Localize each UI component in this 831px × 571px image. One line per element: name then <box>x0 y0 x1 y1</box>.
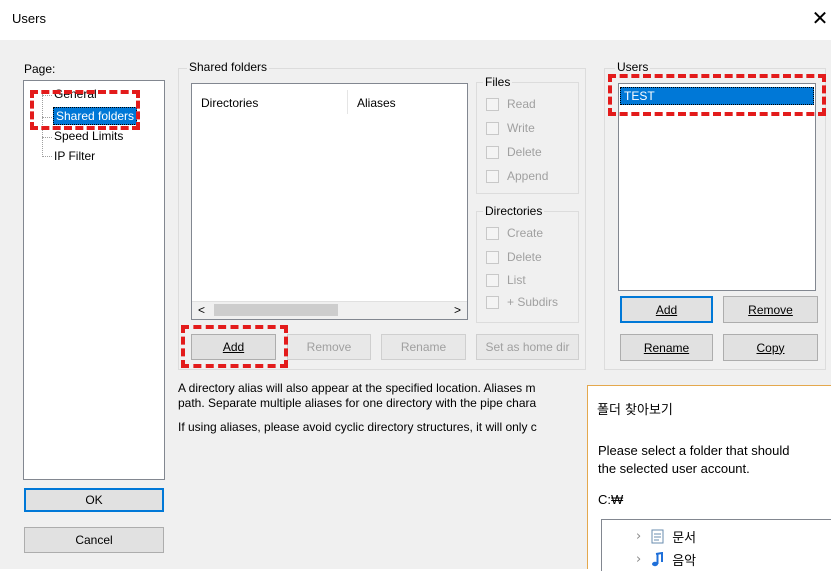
alias-description-line2: path. Separate multiple aliases for one … <box>178 396 537 410</box>
delete-file-checkbox[interactable]: Delete <box>486 145 542 159</box>
set-home-dir-button[interactable]: Set as home dir <box>476 334 579 360</box>
alias-description-line1: A directory alias will also appear at th… <box>178 381 536 395</box>
delete-dir-label: Delete <box>507 250 542 264</box>
title-bar: Users ✕ <box>0 0 831 40</box>
column-aliases[interactable]: Aliases <box>357 96 396 110</box>
users-dialog: Users ✕ Page: General Shared folders Spe… <box>0 0 831 571</box>
alias-description-line3: If using aliases, please avoid cyclic di… <box>178 420 537 434</box>
set-home-dir-label: Set as home dir <box>485 340 570 354</box>
tree-item-shared-folders[interactable]: Shared folders <box>53 107 138 125</box>
close-icon[interactable]: ✕ <box>809 6 831 32</box>
page-tree: General Shared folders Speed Limits IP F… <box>23 80 165 480</box>
column-directories[interactable]: Directories <box>201 96 258 110</box>
cancel-button[interactable]: Cancel <box>24 527 164 553</box>
rename-user-button[interactable]: Rename <box>620 334 713 361</box>
page-label: Page: <box>24 62 56 76</box>
folder-item-documents[interactable]: › 문서 <box>636 527 696 546</box>
remove-user-button[interactable]: Remove <box>723 296 818 323</box>
music-icon <box>652 552 664 567</box>
append-checkbox[interactable]: Append <box>486 169 548 183</box>
cancel-label: Cancel <box>75 533 113 547</box>
scroll-right-icon[interactable]: > <box>454 303 461 317</box>
delete-dir-checkbox[interactable]: Delete <box>486 250 542 264</box>
tree-item-ip-filter[interactable]: IP Filter <box>54 149 95 163</box>
browse-folder-message-line2: the selected user account. <box>598 461 750 476</box>
browse-folder-path: C:₩ <box>598 492 624 507</box>
window-title: Users <box>12 11 46 26</box>
ok-label: OK <box>85 493 103 507</box>
folder-item-music-label: 음악 <box>672 554 697 569</box>
remove-directory-button[interactable]: Remove <box>287 334 371 360</box>
read-checkbox[interactable]: Read <box>486 97 536 111</box>
add-directory-label: Add <box>222 340 245 354</box>
append-label: Append <box>507 169 549 183</box>
subdirs-checkbox[interactable]: + Subdirs <box>486 295 558 309</box>
scrollbar-thumb[interactable] <box>214 304 338 316</box>
create-label: Create <box>507 226 544 240</box>
rename-directory-label: Rename <box>400 340 447 354</box>
chevron-right-icon[interactable]: › <box>636 552 641 567</box>
tree-item-general[interactable]: General <box>54 87 97 101</box>
copy-user-label: Copy <box>756 340 785 355</box>
read-label: Read <box>507 97 536 111</box>
folder-item-documents-label: 문서 <box>672 531 697 546</box>
list-checkbox[interactable]: List <box>486 273 526 287</box>
write-checkbox[interactable]: Write <box>486 121 535 135</box>
add-directory-button[interactable]: Add <box>191 334 276 360</box>
chevron-right-icon[interactable]: › <box>636 529 641 544</box>
ok-button[interactable]: OK <box>24 488 164 512</box>
browse-folder-dialog: 폴더 찾아보기 Please select a folder that shou… <box>587 385 831 571</box>
remove-user-label: Remove <box>748 302 793 317</box>
rename-directory-button[interactable]: Rename <box>381 334 466 360</box>
delete-file-label: Delete <box>507 145 542 159</box>
horizontal-scrollbar[interactable]: < > <box>192 301 467 319</box>
subdirs-label: + Subdirs <box>507 295 559 309</box>
rename-user-label: Rename <box>643 340 690 355</box>
scroll-left-icon[interactable]: < <box>198 303 205 317</box>
shared-folders-group-label: Shared folders <box>187 60 270 74</box>
browse-folder-message-line1: Please select a folder that should <box>598 443 790 458</box>
users-list: TEST <box>618 83 816 291</box>
browse-folder-title: 폴더 찾아보기 <box>597 403 673 418</box>
folder-item-music[interactable]: › 음악 <box>636 550 696 569</box>
write-label: Write <box>507 121 535 135</box>
list-label: List <box>507 273 526 287</box>
copy-user-button[interactable]: Copy <box>723 334 818 361</box>
remove-directory-label: Remove <box>306 340 352 354</box>
add-user-label: Add <box>655 302 678 317</box>
tree-item-speed-limits[interactable]: Speed Limits <box>54 129 123 143</box>
folder-tree: › 문서 › 음악 <box>601 519 831 571</box>
add-user-button[interactable]: Add <box>620 296 713 323</box>
create-checkbox[interactable]: Create <box>486 226 543 240</box>
users-group-label: Users <box>615 60 651 74</box>
directories-list: Directories Aliases < > <box>191 83 468 320</box>
user-item-test[interactable]: TEST <box>620 87 814 105</box>
document-icon <box>651 529 664 544</box>
